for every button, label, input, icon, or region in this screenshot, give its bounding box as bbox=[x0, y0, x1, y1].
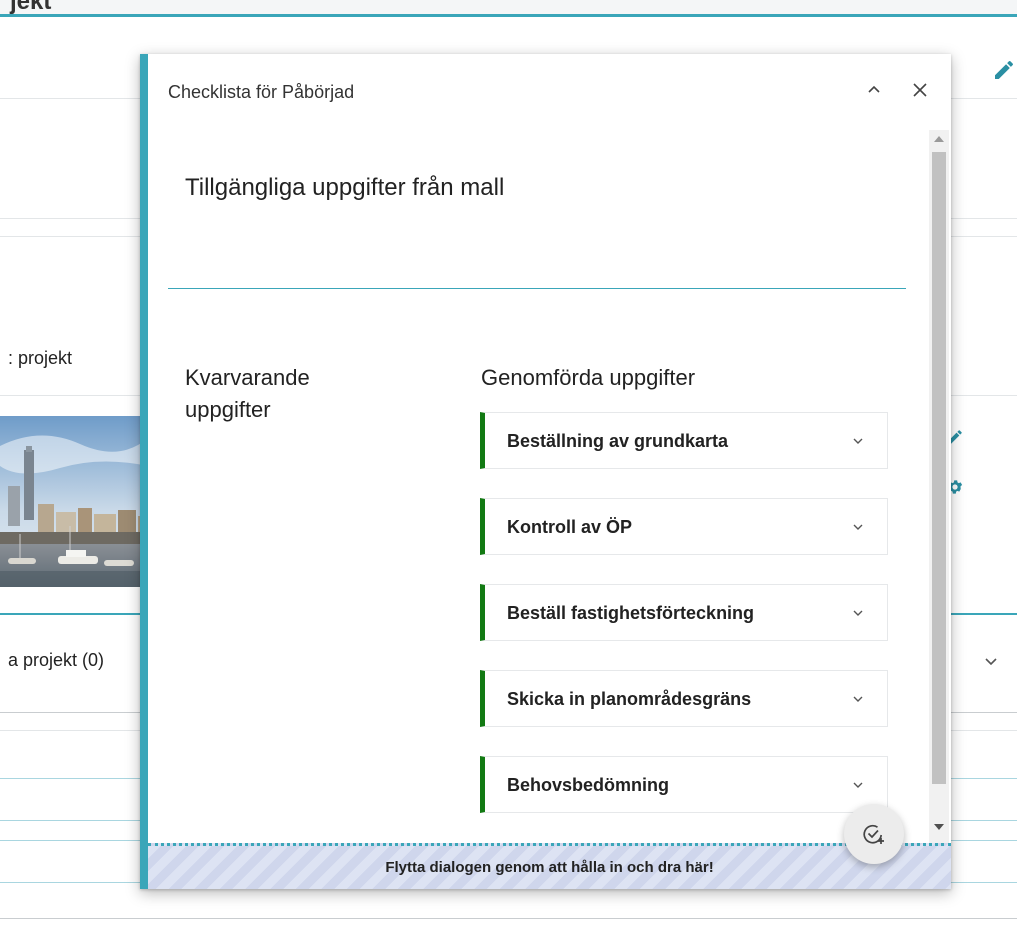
dialog-header: Checklista för Påbörjad bbox=[148, 54, 951, 128]
background-page-title: jekt bbox=[10, 0, 52, 15]
task-label: Skicka in planområdesgräns bbox=[507, 689, 752, 709]
completed-task-item[interactable]: Kontroll av ÖP bbox=[480, 498, 888, 555]
chevron-down-icon bbox=[853, 782, 863, 788]
available-tasks-heading: Tillgängliga uppgifter från mall bbox=[185, 174, 505, 201]
add-task-button[interactable] bbox=[844, 804, 904, 864]
drag-handle[interactable]: Flytta dialogen genom att hålla in och d… bbox=[148, 843, 951, 889]
dialog-title: Checklista för Påbörjad bbox=[168, 82, 355, 102]
chevron-down-icon bbox=[853, 610, 863, 616]
chevron-down-icon bbox=[853, 438, 863, 444]
pencil-icon[interactable] bbox=[992, 58, 1016, 82]
scrollbar-thumb[interactable] bbox=[932, 152, 946, 784]
background-header-accent-line bbox=[0, 14, 1017, 17]
task-label: Beställning av grundkarta bbox=[507, 431, 729, 451]
completed-task-item[interactable]: Behovsbedömning bbox=[480, 756, 888, 813]
project-image bbox=[0, 416, 148, 587]
completed-tasks-heading: Genomförda uppgifter bbox=[481, 365, 696, 390]
chevron-down-icon[interactable] bbox=[982, 652, 1000, 670]
scroll-down-arrow-icon[interactable] bbox=[934, 824, 944, 830]
completed-task-item[interactable]: Beställ fastighetsförteckning bbox=[480, 584, 888, 641]
background-header-bar bbox=[0, 0, 1017, 14]
completed-task-list: Beställning av grundkarta Kontroll av ÖP… bbox=[480, 412, 888, 842]
task-label: Behovsbedömning bbox=[507, 775, 670, 795]
chevron-down-icon bbox=[853, 524, 863, 530]
dialog-scrollbar[interactable] bbox=[929, 130, 949, 844]
dialog-body: Tillgängliga uppgifter från mall Kvarvar… bbox=[148, 128, 951, 844]
collapse-button[interactable] bbox=[860, 76, 888, 104]
background-projects-label: : projekt bbox=[8, 348, 73, 368]
close-icon bbox=[913, 83, 927, 97]
background-related-projects-label: a projekt (0) bbox=[8, 650, 105, 670]
available-tasks-divider bbox=[168, 288, 906, 289]
completed-task-item[interactable]: Skicka in planområdesgräns bbox=[480, 670, 888, 727]
add-check-icon bbox=[863, 824, 884, 844]
background-divider bbox=[0, 918, 1017, 919]
checklist-dialog: Checklista för Påbörjad Tillgängliga upp… bbox=[140, 54, 951, 889]
completed-task-item[interactable]: Beställning av grundkarta bbox=[480, 412, 888, 469]
task-label: Beställ fastighetsförteckning bbox=[507, 603, 755, 623]
scroll-up-arrow-icon[interactable] bbox=[934, 136, 944, 142]
remaining-tasks-heading: Kvarvarande uppgifter bbox=[185, 365, 310, 422]
chevron-down-icon bbox=[853, 696, 863, 702]
chevron-up-icon bbox=[868, 85, 880, 93]
close-button[interactable] bbox=[906, 76, 934, 104]
task-label: Kontroll av ÖP bbox=[507, 517, 633, 537]
drag-hint-label: Flytta dialogen genom att hålla in och d… bbox=[385, 859, 714, 876]
